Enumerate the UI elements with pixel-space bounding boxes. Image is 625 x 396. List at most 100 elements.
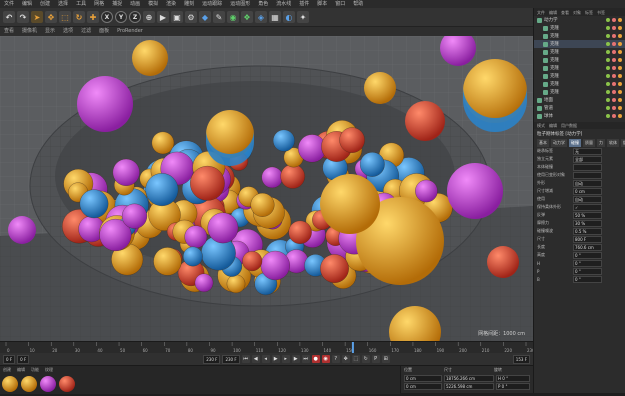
object-row[interactable]: 管道 <box>534 104 625 112</box>
tag-icon[interactable] <box>618 58 622 62</box>
render-picture-viewer-icon[interactable]: ▣ <box>171 11 183 23</box>
tag-icon[interactable] <box>618 98 622 102</box>
coord-pos-x[interactable]: 0 cm <box>404 374 442 382</box>
attr-menu-edit[interactable]: 编辑 <box>549 122 557 129</box>
attribute-tab[interactable]: 质量 <box>583 139 595 147</box>
object-row[interactable]: 克隆 <box>534 72 625 80</box>
tag-icon[interactable] <box>618 34 622 38</box>
scene-icon[interactable]: ▦ <box>269 11 281 23</box>
param-field[interactable]: 0 ° <box>573 267 602 275</box>
tag-icon[interactable] <box>618 50 622 54</box>
tag-icon[interactable] <box>618 114 622 118</box>
tag-icon[interactable] <box>606 74 610 78</box>
menu-item[interactable]: 选择 <box>58 0 68 8</box>
axis-z-button[interactable]: Z <box>129 11 141 23</box>
tag-icon[interactable] <box>612 98 616 102</box>
go-to-end-icon[interactable]: ⏭ <box>301 355 310 363</box>
menu-item[interactable]: 网格 <box>94 0 104 8</box>
mat-menu-texture[interactable]: 纹理 <box>45 366 53 374</box>
tag-icon[interactable] <box>618 26 622 30</box>
menu-item[interactable]: 雕刻 <box>184 0 194 8</box>
tag-icon[interactable] <box>612 26 616 30</box>
param-field[interactable]: 0 ° <box>573 259 602 267</box>
param-field[interactable] <box>573 171 602 179</box>
attribute-tab[interactable]: 基本 <box>537 139 549 147</box>
menu-item[interactable]: 渲染 <box>166 0 176 8</box>
menu-item[interactable]: 捕捉 <box>112 0 122 8</box>
om-menu-file[interactable]: 文件 <box>537 10 545 15</box>
tag-icon[interactable] <box>606 50 610 54</box>
viewport-menu-view[interactable]: 查看 <box>4 27 14 36</box>
menu-item[interactable]: 模拟 <box>148 0 158 8</box>
param-key-icon[interactable]: P <box>371 355 380 363</box>
render-settings-icon[interactable]: ⚙ <box>185 11 197 23</box>
attribute-tab[interactable]: 软体 <box>607 139 619 147</box>
material-swatch-red[interactable] <box>59 376 75 392</box>
param-field[interactable]: 30 % <box>573 219 602 227</box>
menu-item[interactable]: 文件 <box>4 0 14 8</box>
rotation-key-icon[interactable]: ↻ <box>361 355 370 363</box>
menu-item[interactable]: 角色 <box>258 0 268 8</box>
keyframe-selection-icon[interactable]: ? <box>331 355 340 363</box>
object-row[interactable]: 克隆 <box>534 32 625 40</box>
material-swatch-magenta[interactable] <box>40 376 56 392</box>
tag-icon[interactable] <box>606 114 610 118</box>
max-frame-field[interactable]: 230 F <box>222 354 240 364</box>
pla-key-icon[interactable]: ⊞ <box>381 355 390 363</box>
tag-icon[interactable] <box>612 90 616 94</box>
viewport-menu-camera[interactable]: 摄像机 <box>22 27 37 36</box>
tag-icon[interactable] <box>612 82 616 86</box>
tag-icon[interactable] <box>612 66 616 70</box>
coord-size-y[interactable]: 5226.598 cm <box>444 382 494 390</box>
tag-icon[interactable] <box>618 90 622 94</box>
autokey-icon[interactable]: ◉ <box>321 355 330 363</box>
record-icon[interactable]: ● <box>311 355 320 363</box>
tag-icon[interactable] <box>612 50 616 54</box>
position-key-icon[interactable]: ✥ <box>341 355 350 363</box>
scale-tool-icon[interactable]: ⬚ <box>59 11 71 23</box>
prev-key-icon[interactable]: ◀ <box>251 355 260 363</box>
om-menu-object[interactable]: 对象 <box>573 10 581 15</box>
tag-icon[interactable] <box>606 26 610 30</box>
menu-item[interactable]: 运动跟踪 <box>202 0 222 8</box>
subdivision-icon[interactable]: ◉ <box>227 11 239 23</box>
param-field[interactable]: 760.6 cm <box>573 243 602 251</box>
menu-item[interactable]: 窗口 <box>335 0 345 8</box>
tag-icon[interactable] <box>618 18 622 22</box>
coord-size-x[interactable]: 18756.266 cm <box>444 374 494 382</box>
add-object-icon[interactable]: ✚ <box>87 11 99 23</box>
object-row[interactable]: 克隆 <box>534 64 625 72</box>
param-field[interactable]: 自动 <box>573 195 602 203</box>
light-icon[interactable]: ✦ <box>297 11 309 23</box>
param-field[interactable]: 800 F <box>573 235 602 243</box>
axis-y-button[interactable]: Y <box>115 11 127 23</box>
param-field[interactable]: 无 <box>573 147 602 155</box>
start-frame-field[interactable]: 0 F <box>3 354 16 364</box>
menu-item[interactable]: 运动图形 <box>230 0 250 8</box>
viewport-menu-panel[interactable]: 面板 <box>99 27 109 36</box>
menu-item[interactable]: 插件 <box>299 0 309 8</box>
param-field[interactable]: 50 % <box>573 211 602 219</box>
object-row[interactable]: 球体 <box>534 112 625 120</box>
tag-icon[interactable] <box>606 42 610 46</box>
go-to-start-icon[interactable]: ⏮ <box>241 355 250 363</box>
next-key-icon[interactable]: ▶ <box>291 355 300 363</box>
menu-item[interactable]: 工具 <box>76 0 86 8</box>
attribute-tab[interactable]: 缓存 <box>621 139 625 147</box>
cloner-icon[interactable]: ❖ <box>241 11 253 23</box>
object-row[interactable]: 克隆 <box>534 88 625 96</box>
tag-icon[interactable] <box>618 82 622 86</box>
tag-icon[interactable] <box>618 106 622 110</box>
param-field[interactable]: ✓ <box>573 203 602 211</box>
menu-item[interactable]: 创建 <box>40 0 50 8</box>
tag-icon[interactable] <box>606 58 610 62</box>
3d-viewport[interactable]: 网格间距：1000 cm <box>0 36 533 341</box>
mat-menu-create[interactable]: 创建 <box>3 366 11 374</box>
tag-icon[interactable] <box>612 42 616 46</box>
tag-icon[interactable] <box>606 34 610 38</box>
mat-menu-function[interactable]: 功能 <box>31 366 39 374</box>
menu-item[interactable]: 编辑 <box>22 0 32 8</box>
om-menu-edit[interactable]: 编辑 <box>549 10 557 15</box>
object-row[interactable]: 克隆 <box>534 56 625 64</box>
om-menu-view[interactable]: 查看 <box>561 10 569 15</box>
